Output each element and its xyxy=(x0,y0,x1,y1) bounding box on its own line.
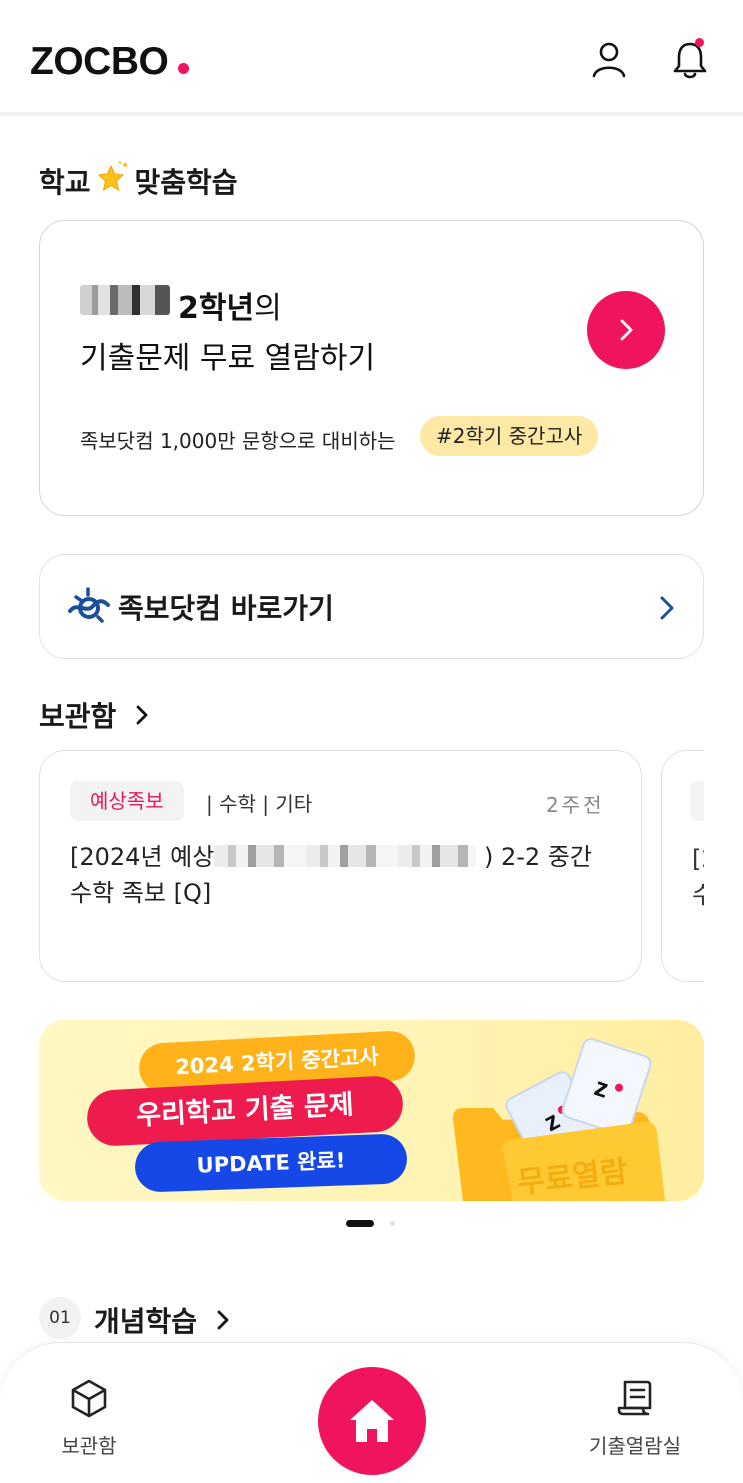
school-card-desc: 족보닷컴 1,000만 문항으로 대비하는 xyxy=(80,429,396,453)
school-exam-card[interactable]: 2학년의 기출문제 무료 열람하기 족보닷컴 1,000만 문항으로 대비하는 … xyxy=(39,220,704,516)
logo-dot xyxy=(178,63,189,74)
notification-dot xyxy=(695,38,704,47)
jokbo-link-label: 족보닷컴 바로가기 xyxy=(118,592,334,625)
storage-item-card[interactable]: 예상족보 | 수학 | 기타 2주전 [2024년 예상 ) 2-2 중간 수학… xyxy=(39,750,642,982)
storage-item-time: 2주전 xyxy=(546,793,605,817)
nav-home-button[interactable] xyxy=(318,1367,426,1475)
storage-title: 보관함 xyxy=(39,700,117,733)
app-header: ZOCBO xyxy=(0,0,743,116)
storage-item-title-start: [2024년 예상 xyxy=(70,843,215,871)
exam-tag: #2학기 중간고사 xyxy=(420,416,599,456)
chevron-right-icon xyxy=(136,705,148,725)
storage-item-title: [2 수 xyxy=(692,841,704,913)
school-title-part1: 학교 xyxy=(39,166,91,199)
chevron-right-icon xyxy=(620,319,633,341)
bell-icon[interactable] xyxy=(669,38,711,80)
storage-item-card-next[interactable]: [2 수 xyxy=(660,745,704,990)
peek-text-line2: 수 xyxy=(692,881,704,909)
chevron-right-icon xyxy=(217,1310,229,1330)
grade-suffix: 의 xyxy=(254,291,282,326)
concept-title: 개념학습 xyxy=(94,1305,198,1338)
pagination-dot[interactable] xyxy=(390,1221,395,1226)
go-button[interactable] xyxy=(587,291,665,369)
grade-text: 2학년 xyxy=(178,291,255,326)
nav-storage-label: 보관함 xyxy=(61,1434,117,1458)
school-name-redacted xyxy=(80,285,170,315)
nav-exam-room[interactable]: 기출열람실 xyxy=(580,1378,690,1459)
storage-item-title: [2024년 예상 ) 2-2 중간 수학 족보 [Q] xyxy=(70,839,620,911)
redacted-text xyxy=(214,845,477,867)
school-title-part2: 맞춤학습 xyxy=(134,166,238,199)
concept-section-title[interactable]: 개념학습 xyxy=(94,1300,235,1340)
star-icon xyxy=(97,161,127,192)
promo-banner[interactable]: 2024 2학기 중간고사 우리학교 기출 문제 UPDATE 완료! z z … xyxy=(39,1020,704,1201)
nav-storage[interactable]: 보관함 xyxy=(56,1378,122,1459)
banner-line3: UPDATE 완료! xyxy=(134,1133,408,1193)
box-icon xyxy=(71,1379,107,1418)
peek-text-line1: [2 xyxy=(692,845,704,873)
storage-item-tag xyxy=(690,781,704,821)
home-icon xyxy=(350,1400,394,1442)
nav-exam-label: 기출열람실 xyxy=(589,1434,681,1458)
app-logo[interactable]: ZOCBO xyxy=(30,40,169,84)
storage-section-title[interactable]: 보관함 xyxy=(39,695,154,735)
storage-item-title-mid: ) 2-2 중간 xyxy=(483,843,592,871)
section-number-badge: 01 xyxy=(39,1297,81,1339)
storage-item-title-end: 수학 족보 [Q] xyxy=(70,879,212,907)
school-card-line2: 기출문제 무료 열람하기 xyxy=(80,341,376,376)
storage-item-meta: | 수학 | 기타 xyxy=(206,792,313,816)
chevron-right-icon xyxy=(660,596,674,620)
user-icon[interactable] xyxy=(588,38,630,80)
jokbo-link-card[interactable]: 족보닷컴 바로가기 xyxy=(39,554,704,659)
jokbo-logo-icon xyxy=(68,587,110,623)
school-card-line1: 2학년의 xyxy=(178,283,282,327)
school-section-title: 학교 맞춤학습 xyxy=(39,160,238,201)
document-icon xyxy=(617,1380,652,1416)
pagination-dot-active[interactable] xyxy=(346,1220,374,1227)
storage-item-tag: 예상족보 xyxy=(70,781,184,821)
